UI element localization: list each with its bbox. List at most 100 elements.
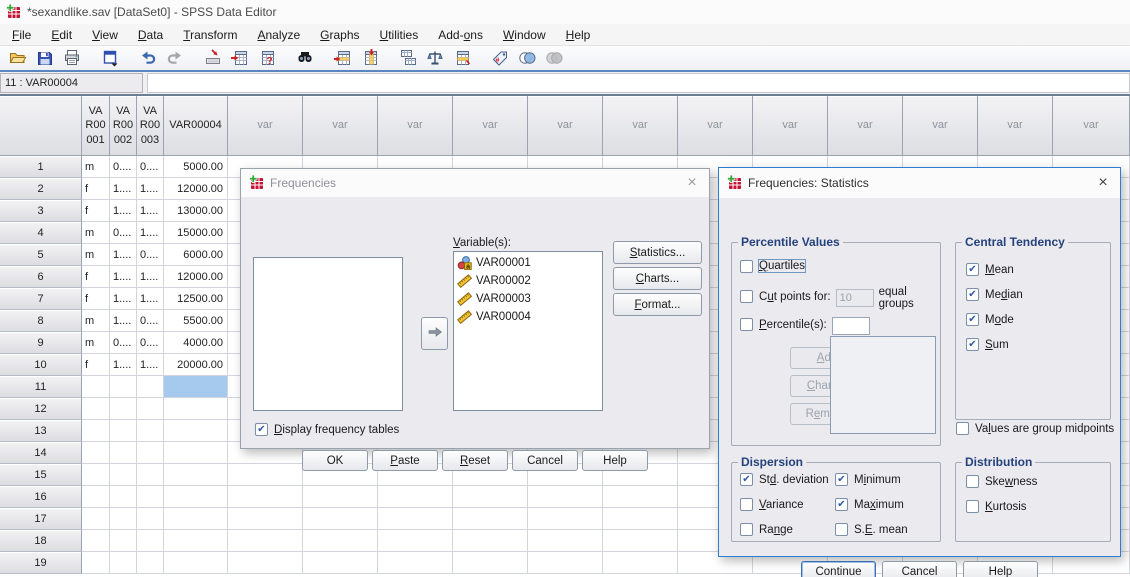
grid-cell[interactable] xyxy=(110,420,137,442)
grid-cell[interactable] xyxy=(528,530,603,552)
grid-cell[interactable] xyxy=(82,508,110,530)
unchecked-checkbox-icon[interactable] xyxy=(740,260,753,273)
grid-cell[interactable] xyxy=(137,464,164,486)
grid-cell[interactable]: 1.... xyxy=(137,354,164,376)
help-button[interactable]: Help xyxy=(582,450,648,471)
row-header-17[interactable]: 17 xyxy=(0,508,82,530)
checked-checkbox-icon[interactable]: ✔ xyxy=(255,423,268,436)
grid-cell[interactable]: f xyxy=(82,288,110,310)
grid-cell[interactable] xyxy=(378,508,453,530)
unchecked-checkbox-icon[interactable] xyxy=(956,422,969,435)
grid-cell[interactable]: m xyxy=(82,310,110,332)
unchecked-checkbox-icon[interactable] xyxy=(740,318,753,331)
grid-cell[interactable]: 0.... xyxy=(110,222,137,244)
quartiles-checkbox[interactable]: Quartiles xyxy=(740,256,805,276)
grid-cell[interactable] xyxy=(110,552,137,574)
grid-cell[interactable] xyxy=(378,530,453,552)
row-header-7[interactable]: 7 xyxy=(0,288,82,310)
row-header-14[interactable]: 14 xyxy=(0,442,82,464)
checkbox-percentile-s[interactable]: Percentile(s): xyxy=(740,318,827,331)
grid-cell[interactable]: 13000.00 xyxy=(164,200,228,222)
grid-cell[interactable] xyxy=(137,552,164,574)
grid-cell[interactable] xyxy=(82,464,110,486)
checkbox-median[interactable]: ✔Median xyxy=(966,288,1023,301)
checkbox-kurtosis[interactable]: Kurtosis xyxy=(966,500,1027,513)
menu-graphs[interactable]: Graphs xyxy=(310,25,369,45)
checked-checkbox-icon[interactable]: ✔ xyxy=(966,313,979,326)
grid-cell[interactable]: 5500.00 xyxy=(164,310,228,332)
column-header-var00004[interactable]: VAR00004 xyxy=(164,96,228,156)
grid-cell[interactable]: 1.... xyxy=(110,178,137,200)
undo-button[interactable] xyxy=(134,47,161,69)
save-button[interactable] xyxy=(31,47,58,69)
row-header-5[interactable]: 5 xyxy=(0,244,82,266)
grid-cell[interactable] xyxy=(164,420,228,442)
checkbox-s-e-mean[interactable]: S.E. mean xyxy=(835,523,908,536)
grid-cell[interactable]: f xyxy=(82,354,110,376)
checked-checkbox-icon[interactable]: ✔ xyxy=(966,338,979,351)
checked-checkbox-icon[interactable]: ✔ xyxy=(835,498,848,511)
grid-cell[interactable] xyxy=(137,508,164,530)
grid-cell[interactable]: 1.... xyxy=(137,222,164,244)
open-file-button[interactable] xyxy=(4,47,31,69)
grid-cell[interactable] xyxy=(228,552,303,574)
grid-cell[interactable] xyxy=(378,486,453,508)
grid-cell[interactable]: 20000.00 xyxy=(164,354,228,376)
column-header-var[interactable]: var xyxy=(753,96,828,156)
checkbox-minimum[interactable]: ✔Minimum xyxy=(835,473,901,486)
unchecked-checkbox-icon[interactable] xyxy=(966,475,979,488)
unchecked-checkbox-icon[interactable] xyxy=(740,290,753,303)
display-frequency-tables-checkbox[interactable]: ✔Display frequency tables xyxy=(255,423,399,436)
grid-cell[interactable] xyxy=(603,530,678,552)
goto-variable-button[interactable] xyxy=(226,47,253,69)
grid-cell[interactable]: 0.... xyxy=(137,244,164,266)
grid-cell[interactable] xyxy=(164,376,228,398)
percentiles-input[interactable] xyxy=(832,317,870,335)
row-header-1[interactable]: 1 xyxy=(0,156,82,178)
grid-cell[interactable] xyxy=(110,376,137,398)
grid-cell[interactable]: 0.... xyxy=(137,156,164,178)
grid-cell[interactable] xyxy=(137,486,164,508)
print-button[interactable] xyxy=(58,47,85,69)
column-header-var[interactable]: var xyxy=(1053,96,1130,156)
grid-cell[interactable]: 1.... xyxy=(110,288,137,310)
column-header-var[interactable]: var xyxy=(528,96,603,156)
continue-button[interactable]: Continue xyxy=(801,561,876,577)
grid-cell[interactable] xyxy=(164,398,228,420)
close-icon[interactable]: × xyxy=(679,174,705,192)
recall-dialogs-button[interactable] xyxy=(96,47,123,69)
checkbox-std-deviation[interactable]: ✔Std. deviation xyxy=(740,473,829,486)
grid-cell[interactable]: 1.... xyxy=(137,178,164,200)
statistics-button[interactable]: Statistics... xyxy=(613,241,702,264)
row-header-8[interactable]: 8 xyxy=(0,310,82,332)
checkbox-skewness[interactable]: Skewness xyxy=(966,475,1037,488)
checkbox-maximum[interactable]: ✔Maximum xyxy=(835,498,904,511)
grid-cell[interactable] xyxy=(453,552,528,574)
grid-cell[interactable] xyxy=(110,486,137,508)
grid-cell[interactable] xyxy=(137,420,164,442)
column-header-var[interactable]: var xyxy=(603,96,678,156)
unchecked-checkbox-icon[interactable] xyxy=(740,523,753,536)
row-header-12[interactable]: 12 xyxy=(0,398,82,420)
show-all-variables-button[interactable] xyxy=(540,47,567,69)
grid-cell[interactable] xyxy=(137,530,164,552)
variable-item-var00003[interactable]: VAR00003 xyxy=(454,290,602,308)
menu-window[interactable]: Window xyxy=(493,25,556,45)
grid-cell[interactable]: 5000.00 xyxy=(164,156,228,178)
grid-cell[interactable] xyxy=(110,530,137,552)
grid-cell[interactable] xyxy=(303,508,378,530)
menu-utilities[interactable]: Utilities xyxy=(370,25,429,45)
unchecked-checkbox-icon[interactable] xyxy=(966,500,979,513)
grid-cell[interactable] xyxy=(164,464,228,486)
format-button[interactable]: Format... xyxy=(613,293,702,316)
frequencies-dialog-title-bar[interactable]: Frequencies × xyxy=(241,169,709,197)
grid-cell[interactable]: 1.... xyxy=(110,244,137,266)
grid-cell[interactable]: f xyxy=(82,200,110,222)
column-header-var[interactable]: var xyxy=(453,96,528,156)
grid-cell[interactable] xyxy=(378,552,453,574)
insert-variable-button[interactable] xyxy=(356,47,383,69)
column-header-var00003[interactable]: VA R00 003 xyxy=(137,96,164,156)
charts-button[interactable]: Charts... xyxy=(613,267,702,290)
grid-cell[interactable] xyxy=(82,530,110,552)
grid-cell[interactable] xyxy=(303,486,378,508)
